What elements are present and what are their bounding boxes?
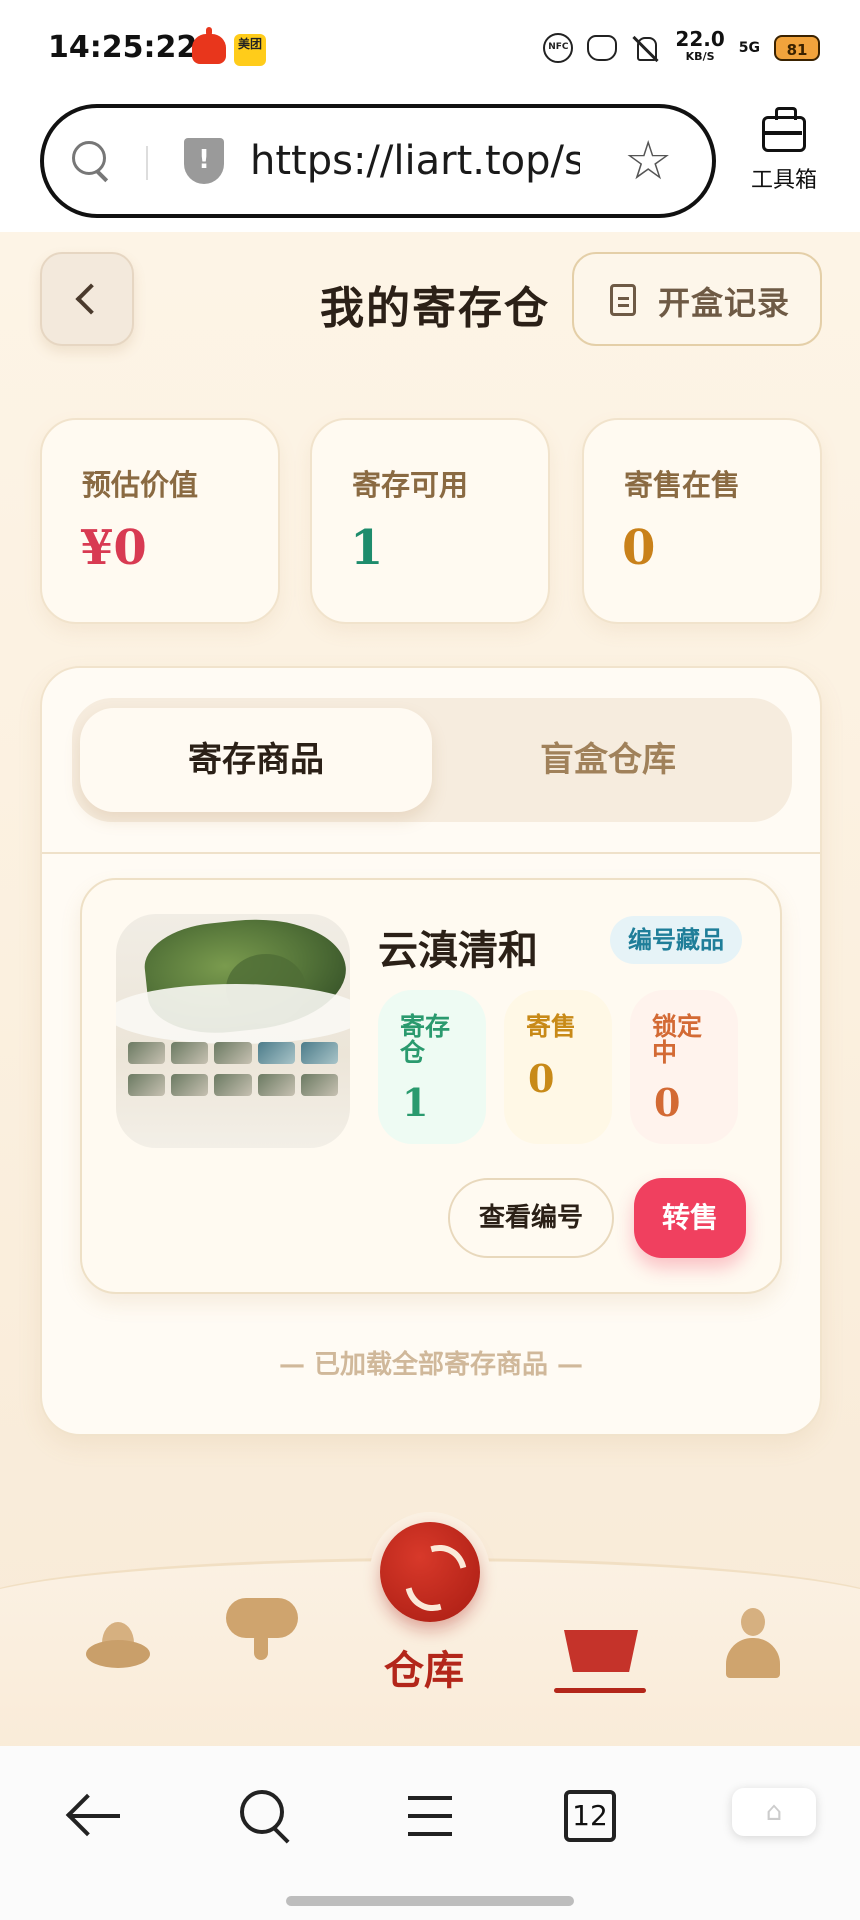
open-box-record-label: 开盒记录 — [658, 284, 791, 322]
stat-card-estimated-value: 预估价值 ¥0 — [40, 418, 280, 624]
nfc-icon: NFC — [543, 33, 574, 63]
thumb-cell — [257, 1074, 295, 1096]
thumb-cell — [171, 1042, 209, 1064]
tab-divider — [42, 852, 820, 854]
thumb-cell — [300, 1074, 338, 1096]
center-tab-label: 仓库 — [384, 1647, 464, 1694]
status-icons: NFC 22.0 KB/S 5G 81 — [543, 29, 820, 66]
item-name: 云滇清和 — [378, 927, 538, 974]
active-tab-indicator — [554, 1688, 646, 1693]
view-serial-button[interactable]: 查看编号 — [448, 1178, 614, 1258]
thumb-cell — [171, 1074, 209, 1096]
item-stat-label: 锁定中 — [652, 1012, 703, 1067]
network-speed: 22.0 KB/S — [675, 29, 724, 66]
home-icon[interactable]: ⌂ — [732, 1788, 816, 1836]
tab-blind-box-warehouse[interactable]: 盲盒仓库 — [432, 708, 784, 812]
stats-row: 预估价值 ¥0 寄存可用 1 寄售在售 0 — [40, 418, 822, 624]
tab-stored-items[interactable]: 寄存商品 — [80, 708, 432, 812]
toolbox-button[interactable]: 工具箱 — [744, 107, 824, 194]
item-stat-consign: 寄售 0 — [504, 990, 612, 1144]
tabs-count-button[interactable]: 12 — [564, 1790, 616, 1842]
bottom-tab-bar: 仓库 — [0, 1512, 860, 1858]
thumb-cell — [128, 1042, 166, 1064]
chevron-left-icon — [75, 283, 107, 315]
browser-toolbar: ! https://liart.top/st... ☆ 工具箱 — [0, 96, 860, 232]
stat-value: 1 — [350, 520, 384, 576]
stat-label: 预估价值 — [82, 468, 199, 502]
search-icon[interactable] — [72, 141, 112, 181]
open-box-record-button[interactable]: 开盒记录 — [572, 252, 822, 346]
center-tab-button[interactable] — [370, 1512, 490, 1632]
item-stat-locked: 锁定中 0 — [630, 990, 738, 1144]
security-shield-icon[interactable]: ! — [184, 138, 224, 184]
thumb-cell — [128, 1074, 166, 1096]
cloud-icon[interactable] — [226, 1592, 298, 1660]
list-end-message: — 已加载全部寄存商品 — — [278, 1350, 584, 1380]
profile-icon[interactable] — [726, 1608, 780, 1678]
battery-icon: 81 — [774, 35, 820, 61]
storage-panel: 寄存商品 盲盒仓库 云滇清和 编号藏品 寄存仓 1 寄售 0 锁定中 0 查看编… — [40, 666, 822, 1436]
item-stat-value: 0 — [654, 1080, 681, 1125]
stat-card-on-sale: 寄售在售 0 — [582, 418, 822, 624]
network-type: 5G — [738, 40, 760, 56]
status-bar: 14:25:22 美团 NFC 22.0 KB/S 5G 81 — [0, 0, 860, 96]
toolbox-label: 工具箱 — [750, 168, 817, 193]
back-button[interactable] — [40, 252, 134, 346]
page-title: 我的寄存仓 — [320, 283, 550, 334]
address-divider — [146, 146, 148, 180]
item-thumbnail[interactable] — [116, 914, 350, 1148]
toolbox-icon — [762, 107, 806, 152]
thumb-cell — [214, 1074, 252, 1096]
item-stat-stored: 寄存仓 1 — [378, 990, 486, 1144]
thumbnail-grid — [128, 1042, 338, 1096]
back-arrow-icon[interactable] — [66, 1786, 126, 1846]
meituan-app-icon: 美团 — [234, 34, 266, 66]
mute-icon — [631, 33, 661, 63]
bookmark-star-icon[interactable]: ☆ — [624, 126, 672, 196]
browser-bottom-nav: 12 ⌂ — [0, 1746, 860, 1920]
tab-switcher: 寄存商品 盲盒仓库 — [72, 698, 792, 822]
menu-icon[interactable] — [400, 1786, 460, 1846]
item-stat-label: 寄存仓 — [400, 1012, 451, 1067]
status-time: 14:25:22 — [48, 30, 198, 65]
stored-item-card[interactable]: 云滇清和 编号藏品 寄存仓 1 寄售 0 锁定中 0 查看编号 转售 — [80, 878, 782, 1294]
stat-value: 0 — [622, 520, 656, 576]
thumb-cell — [214, 1042, 252, 1064]
search-icon[interactable] — [236, 1786, 296, 1846]
url-text[interactable]: https://liart.top/st... — [250, 138, 580, 184]
thumb-cell — [257, 1042, 295, 1064]
stat-value: ¥0 — [80, 520, 147, 576]
stat-card-storage-available: 寄存可用 1 — [310, 418, 550, 624]
thumb-cell — [300, 1042, 338, 1064]
notification-app-icon — [192, 27, 226, 64]
document-icon — [610, 284, 636, 316]
lotus-icon[interactable] — [86, 1622, 150, 1668]
page-header: 我的寄存仓 开盒记录 — [0, 232, 860, 392]
home-indicator[interactable] — [286, 1896, 574, 1906]
stat-label: 寄售在售 — [624, 468, 741, 502]
cloud-image — [116, 984, 350, 1044]
item-tag-badge: 编号藏品 — [610, 916, 742, 964]
resell-button[interactable]: 转售 — [634, 1178, 746, 1258]
item-stat-value: 0 — [528, 1056, 555, 1101]
address-bar[interactable]: ! https://liart.top/st... ☆ — [40, 104, 716, 218]
koi-fish-icon — [380, 1522, 480, 1622]
item-stat-value: 1 — [402, 1080, 429, 1125]
page-content: 我的寄存仓 开盒记录 预估价值 ¥0 寄存可用 1 寄售在售 0 寄存商品 盲盒… — [0, 232, 860, 1858]
app-status-icon — [587, 35, 618, 61]
item-stat-label: 寄售 — [526, 1012, 577, 1041]
stat-label: 寄存可用 — [352, 468, 469, 502]
banner-icon[interactable] — [564, 1630, 638, 1674]
